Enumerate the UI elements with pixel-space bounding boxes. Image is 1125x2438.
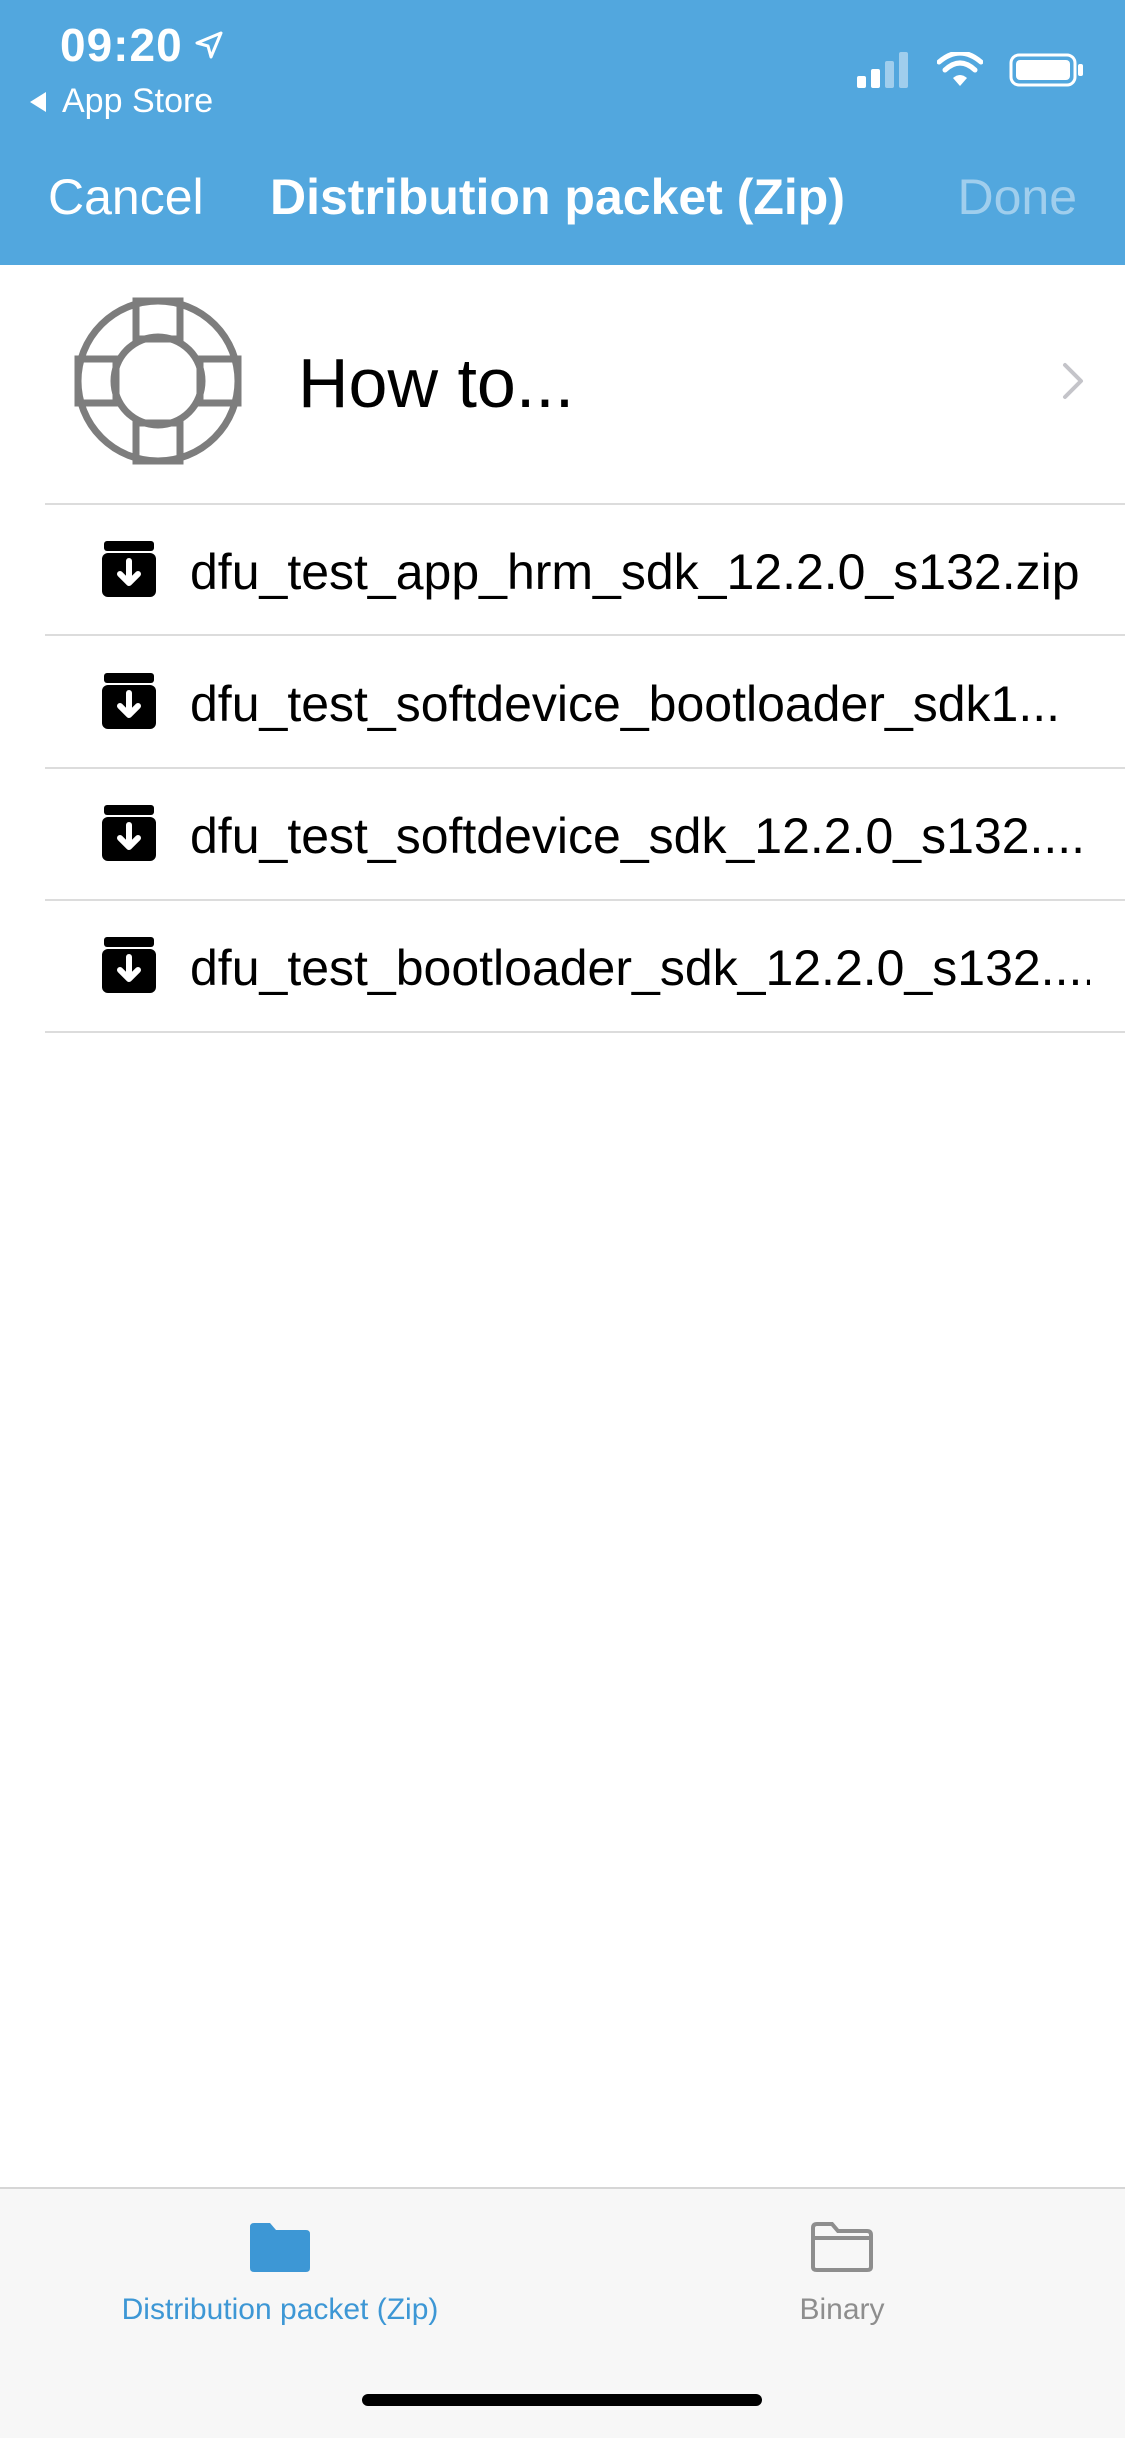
howto-row[interactable]: How to... [0,265,1125,505]
file-name: dfu_test_app_hrm_sdk_12.2.0_s132.zip [190,544,1080,600]
tab-distribution-packet[interactable]: Distribution packet (Zip) [70,2221,490,2327]
status-time: 09:20 [60,18,225,72]
folder-filled-icon [250,2223,310,2272]
lifebuoy-icon [74,297,242,465]
archive-icon [102,673,156,729]
home-indicator[interactable] [362,2394,762,2406]
location-arrow-icon [195,31,223,59]
header-bar: 09:20 App Store Cancel Distribution pack [0,0,1125,265]
howto-label: How to... [298,344,575,422]
tab-label: Binary [799,2293,885,2326]
archive-icon [102,937,156,993]
archive-icon [102,541,156,597]
file-name: dfu_test_softdevice_sdk_12.2.0_s132.... [190,808,1086,864]
file-name: dfu_test_bootloader_sdk_12.2.0_s132.... [190,940,1090,996]
file-list-item[interactable]: dfu_test_softdevice_bootloader_sdk1... [0,637,1125,767]
file-list-item[interactable]: dfu_test_app_hrm_sdk_12.2.0_s132.zip [0,505,1125,635]
tab-binary[interactable]: Binary [632,2221,1052,2327]
separator [45,634,1125,636]
separator [45,1031,1125,1033]
folder-outline-icon [811,2222,873,2272]
back-to-app-link[interactable]: App Store [28,82,213,121]
signal-icon [857,52,908,88]
back-triangle-icon [30,91,46,112]
wifi-icon [937,52,983,86]
tab-label: Distribution packet (Zip) [121,2293,439,2326]
battery-icon [1009,53,1083,87]
archive-icon [102,805,156,861]
file-list-item[interactable]: dfu_test_softdevice_sdk_12.2.0_s132.... [0,769,1125,899]
page-title: Distribution packet (Zip) [270,169,845,225]
cancel-button[interactable]: Cancel [48,168,204,226]
status-indicators [855,52,1085,88]
status-time-text: 09:20 [60,19,183,71]
file-name: dfu_test_softdevice_bootloader_sdk1... [190,676,1061,732]
chevron-right-icon [1063,363,1083,399]
back-app-label: App Store [62,82,214,120]
file-list-item[interactable]: dfu_test_bootloader_sdk_12.2.0_s132.... [0,901,1125,1031]
done-button[interactable]: Done [957,168,1077,226]
